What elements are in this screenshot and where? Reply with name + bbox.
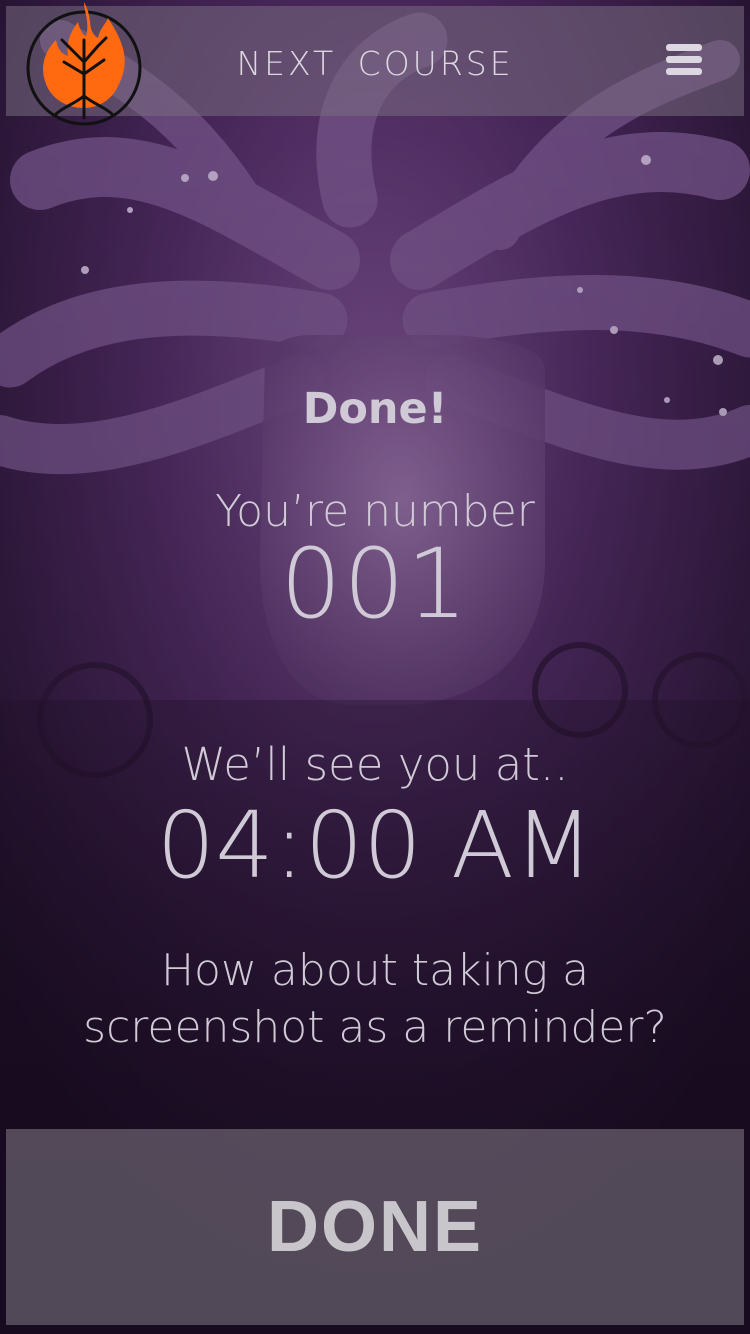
done-heading: Done! xyxy=(302,384,448,434)
reminder-line-2: screenshot as a reminder? xyxy=(83,1002,667,1053)
header-title: NEXT COURSE xyxy=(236,44,514,83)
menu-line xyxy=(666,68,702,75)
hamburger-menu-icon[interactable] xyxy=(666,44,706,80)
see-you-label: We’ll see you at.. xyxy=(181,738,569,791)
confirmation-screen: NEXT COURSE Done! You’re number 001 We’l… xyxy=(0,0,750,1334)
queue-number: 001 xyxy=(280,528,470,640)
reminder-line-1: How about taking a xyxy=(160,945,590,996)
done-button[interactable]: DONE xyxy=(6,1129,744,1325)
header-bar: NEXT COURSE xyxy=(6,2,744,126)
screenshot-reminder: How about taking a screenshot as a remin… xyxy=(0,942,750,1056)
menu-line xyxy=(666,56,702,63)
menu-line xyxy=(666,44,702,51)
appointment-time: 04:00 AM xyxy=(156,792,594,899)
